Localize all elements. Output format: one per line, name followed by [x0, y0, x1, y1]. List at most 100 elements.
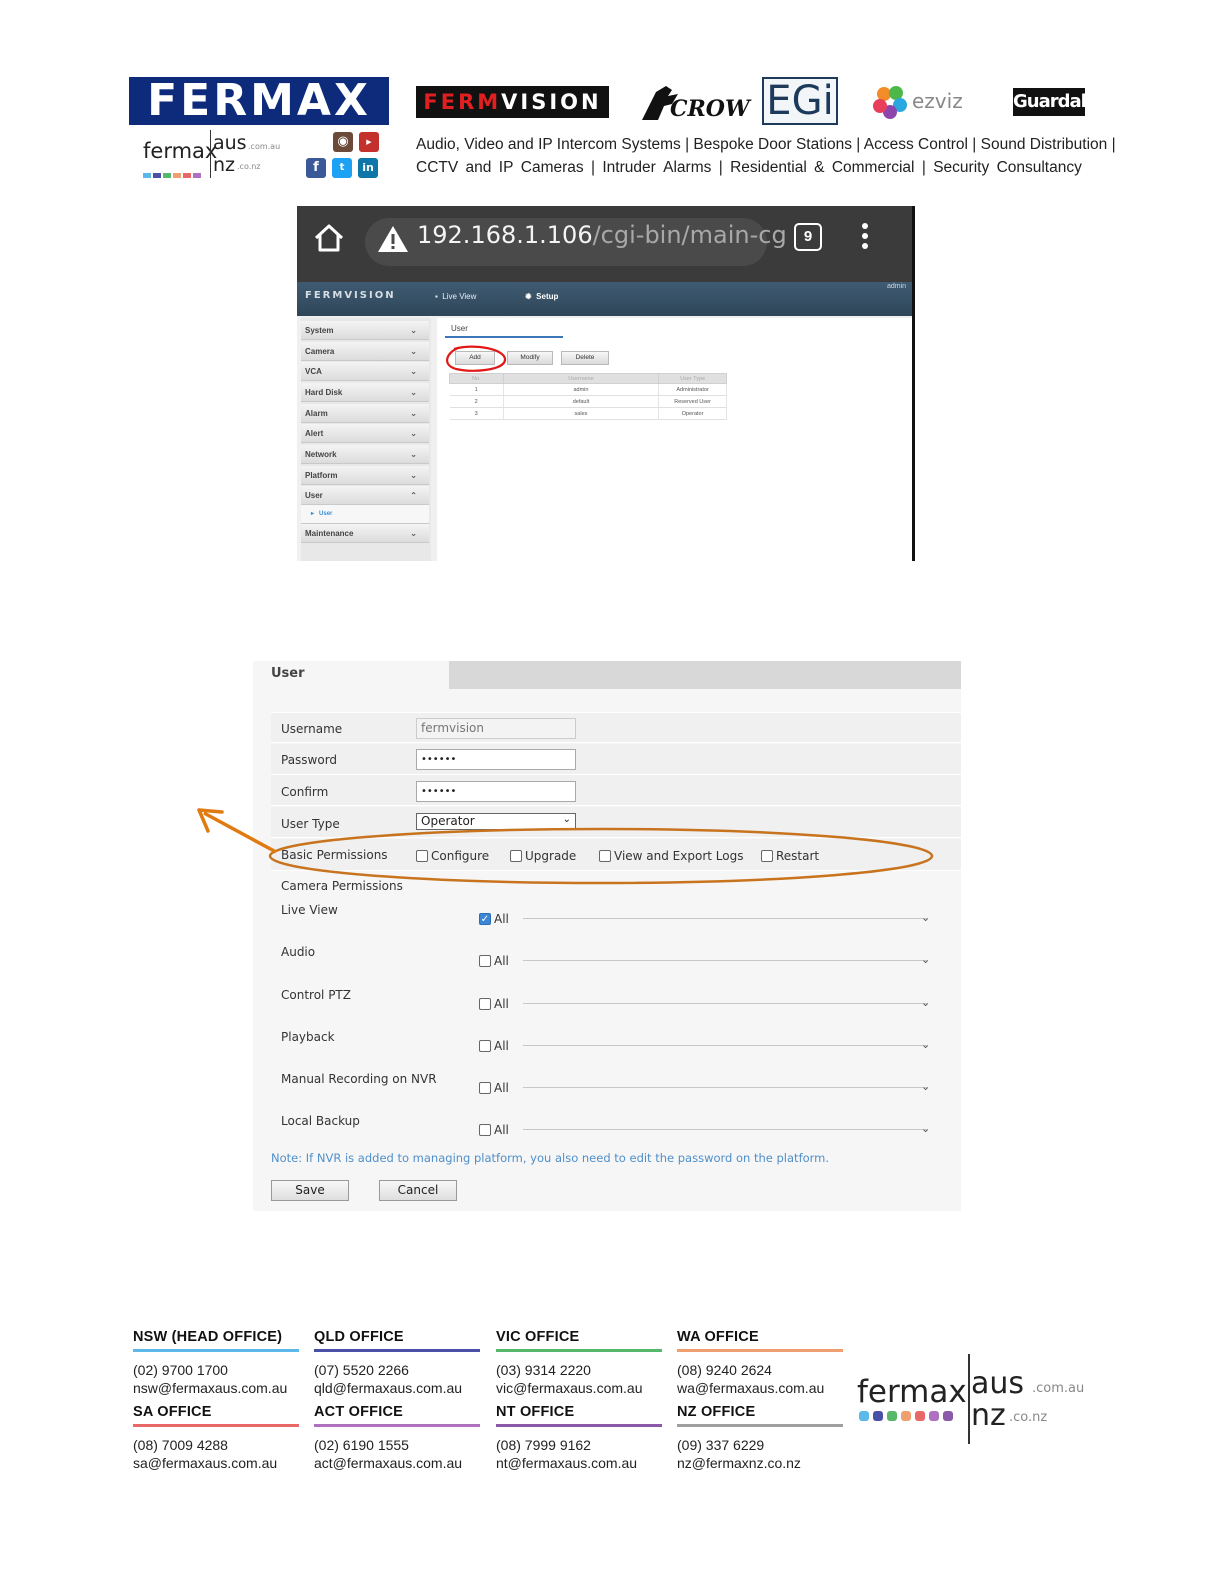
table-cell: 1 [449, 383, 504, 396]
tagline-word: & [814, 159, 825, 176]
office-email[interactable]: sa@fermaxaus.com.au [133, 1454, 299, 1472]
save-button[interactable]: Save [271, 1180, 349, 1201]
sidebar-item-label: System [305, 326, 334, 335]
office-phone[interactable]: (07) 5520 2266 [314, 1361, 480, 1379]
office-email[interactable]: nt@fermaxaus.com.au [496, 1454, 662, 1472]
office-email[interactable]: vic@fermaxaus.com.au [496, 1379, 662, 1397]
table-row[interactable]: 2 default Reserved User [449, 395, 727, 408]
password-field[interactable]: •••••• [416, 749, 576, 770]
checkbox[interactable] [510, 850, 522, 862]
sidebar-item-vca[interactable]: VCA ⌄ [301, 362, 429, 381]
username-field[interactable]: fermvision [416, 718, 576, 739]
checkbox[interactable] [479, 955, 491, 967]
url-host: 192.168.1.106 [417, 221, 593, 249]
office-phone[interactable]: (08) 7009 4288 [133, 1436, 299, 1454]
youtube-icon[interactable]: ▶ [359, 132, 379, 152]
form-tab-user[interactable]: User [253, 661, 449, 691]
checkbox[interactable] [479, 1124, 491, 1136]
camera-permission-divider [523, 1045, 928, 1046]
overflow-menu-icon[interactable] [862, 223, 870, 253]
checkbox-label: All [494, 997, 509, 1011]
password-row [271, 744, 961, 775]
basic-permission-upgrade[interactable]: Upgrade [510, 849, 576, 863]
office-phone[interactable]: (03) 9314 2220 [496, 1361, 662, 1379]
user-table: No. Username User Type 1 admin Administrator… [449, 373, 727, 420]
office-email[interactable]: qld@fermaxaus.com.au [314, 1379, 480, 1397]
linkedin-icon[interactable]: in [358, 158, 378, 178]
camera-permission-all-checkbox[interactable]: All [479, 1081, 509, 1095]
sidebar-item-label: Camera [305, 347, 335, 356]
checkbox[interactable] [479, 1040, 491, 1052]
expand-chevron-icon[interactable]: ⌄ [921, 996, 930, 1009]
expand-chevron-icon[interactable]: ⌄ [921, 1080, 930, 1093]
sidebar-item-alert[interactable]: Alert ⌄ [301, 424, 429, 443]
facebook-icon[interactable]: f [306, 158, 326, 178]
nvr-logo: FERMVISION [305, 290, 396, 301]
nav-live-view[interactable]: ▪ Live View [435, 292, 476, 301]
sidebar-item-system[interactable]: System ⌄ [301, 321, 429, 340]
office-email[interactable]: wa@fermaxaus.com.au [677, 1379, 843, 1397]
sidebar-item-user[interactable]: User ⌃ [301, 486, 429, 505]
camera-permission-all-checkbox[interactable]: All [479, 1123, 509, 1137]
table-row[interactable]: 1 admin Administrator [449, 383, 727, 396]
tagline-word: Cameras [520, 159, 584, 176]
fermax-aus-footer-logo: fermax aus .com.au nz .co.nz [857, 1354, 1097, 1444]
office-email[interactable]: act@fermaxaus.com.au [314, 1454, 480, 1472]
expand-chevron-icon[interactable]: ⌄ [921, 1122, 930, 1135]
tagline-word: | [921, 159, 926, 176]
basic-permission-view-and-export-logs[interactable]: View and Export Logs [599, 849, 743, 863]
sidebar-subitem-user[interactable]: ▸ User [301, 505, 429, 524]
checkbox[interactable]: ✓ [479, 913, 491, 925]
instagram-icon[interactable]: ◉ [333, 132, 353, 152]
office-phone[interactable]: (08) 9240 2624 [677, 1361, 843, 1379]
table-header[interactable]: Username [502, 373, 660, 384]
tab-count-icon[interactable]: 9 [794, 223, 822, 251]
sidebar-item-alarm[interactable]: Alarm ⌄ [301, 404, 429, 423]
office-phone[interactable]: (02) 9700 1700 [133, 1361, 299, 1379]
sidebar-item-hard-disk[interactable]: Hard Disk ⌄ [301, 383, 429, 402]
twitter-icon[interactable]: t [332, 158, 352, 178]
nav-setup[interactable]: ✹ Setup [525, 292, 558, 301]
home-icon[interactable] [311, 220, 347, 256]
basic-permission-restart[interactable]: Restart [761, 849, 819, 863]
camera-permission-all-checkbox[interactable]: All [479, 997, 509, 1011]
camera-permission-all-checkbox[interactable]: All [479, 954, 509, 968]
tab-user[interactable]: User [445, 320, 563, 338]
sidebar-item-camera[interactable]: Camera ⌄ [301, 342, 429, 361]
confirm-label: Confirm [281, 785, 329, 799]
modify-button[interactable]: Modify [507, 351, 553, 365]
sidebar-item-network[interactable]: Network ⌄ [301, 445, 429, 464]
expand-chevron-icon[interactable]: ⌄ [921, 953, 930, 966]
checkbox[interactable] [416, 850, 428, 862]
camera-permission-all-checkbox[interactable]: ✓ All [479, 912, 509, 926]
tagline-word: | [718, 159, 723, 176]
office-name: ACT OFFICE [314, 1404, 480, 1427]
expand-chevron-icon[interactable]: ⌄ [921, 911, 930, 924]
fermax-aus-logo: fermax aus .com.au nz .co.nz [141, 130, 291, 180]
basic-permission-configure[interactable]: Configure [416, 849, 489, 863]
office-phone[interactable]: (08) 7999 9162 [496, 1436, 662, 1454]
table-header[interactable]: User Type [658, 373, 727, 384]
sidebar-item-platform[interactable]: Platform ⌄ [301, 466, 429, 485]
camera-permission-label: Playback [281, 1030, 335, 1044]
office-phone[interactable]: (09) 337 6229 [677, 1436, 843, 1454]
chevron-down-icon: ⌄ [410, 347, 417, 356]
checkbox[interactable] [479, 998, 491, 1010]
camera-permission-all-checkbox[interactable]: All [479, 1039, 509, 1053]
delete-button[interactable]: Delete [561, 351, 609, 365]
confirm-field[interactable]: •••••• [416, 781, 576, 802]
office-email[interactable]: nsw@fermaxaus.com.au [133, 1379, 299, 1397]
username-row [271, 712, 961, 743]
office-phone[interactable]: (02) 6190 1555 [314, 1436, 480, 1454]
cancel-button[interactable]: Cancel [379, 1180, 457, 1201]
user-type-select[interactable]: Operator ⌄ [416, 813, 576, 830]
office-block: NT OFFICE (08) 7999 9162 nt@fermaxaus.com.… [496, 1404, 662, 1472]
expand-chevron-icon[interactable]: ⌄ [921, 1038, 930, 1051]
checkbox[interactable] [599, 850, 611, 862]
table-row[interactable]: 3 sales Operator [449, 407, 727, 420]
table-header[interactable]: No. [449, 373, 504, 384]
checkbox[interactable] [479, 1082, 491, 1094]
sidebar-item-maintenance[interactable]: Maintenance ⌄ [301, 524, 429, 543]
office-email[interactable]: nz@fermaxnz.co.nz [677, 1454, 843, 1472]
checkbox[interactable] [761, 850, 773, 862]
